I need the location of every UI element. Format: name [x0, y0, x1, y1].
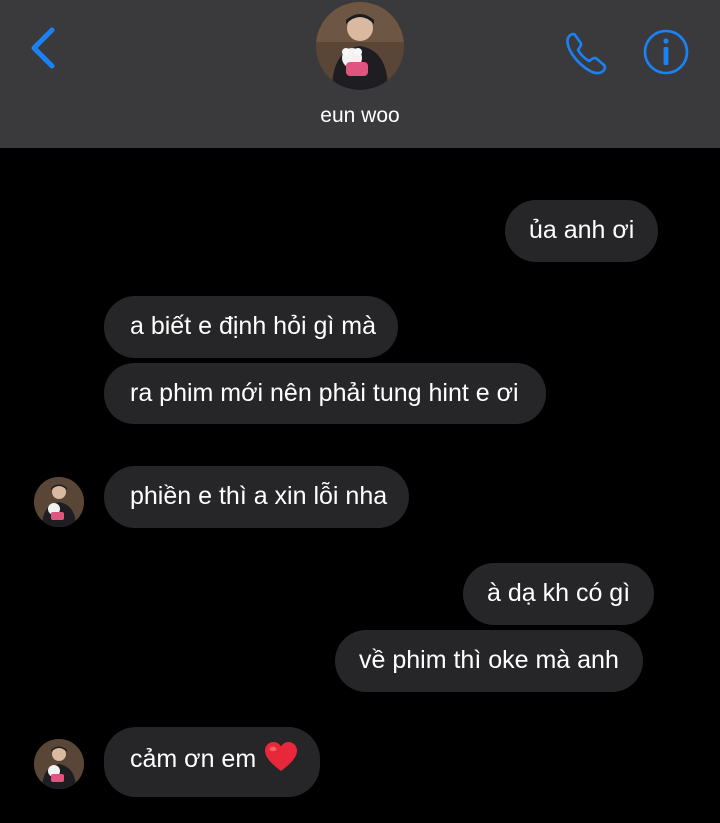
message-bubble-incoming[interactable]: a biết e định hỏi gì mà: [104, 296, 398, 358]
message-bubble-outgoing[interactable]: về phim thì oke mà anh: [335, 630, 643, 692]
message-bubble-outgoing[interactable]: à dạ kh có gì: [463, 563, 655, 625]
message-bubble-incoming[interactable]: ra phim mới nên phải tung hint e ơi: [104, 363, 546, 424]
contact-avatar-small[interactable]: [34, 739, 84, 789]
message-bubble-incoming[interactable]: cảm ơn em: [104, 727, 321, 797]
info-button[interactable]: [642, 28, 690, 76]
back-button[interactable]: [22, 24, 66, 72]
phone-icon: [566, 32, 607, 75]
message-text: cảm ơn em: [130, 745, 257, 773]
heart-icon: [264, 741, 298, 782]
chevron-left-icon: [31, 27, 55, 69]
info-icon: [643, 29, 689, 75]
call-button[interactable]: [562, 28, 612, 78]
message-bubble-outgoing[interactable]: ủa anh ơi: [505, 200, 659, 262]
contact-name[interactable]: eun woo: [0, 104, 720, 128]
contact-avatar-small[interactable]: [34, 477, 84, 527]
chat-header: eun woo: [0, 0, 720, 148]
message-bubble-incoming[interactable]: phiền e thì a xin lỗi nha: [104, 466, 410, 528]
contact-avatar[interactable]: [316, 2, 404, 90]
